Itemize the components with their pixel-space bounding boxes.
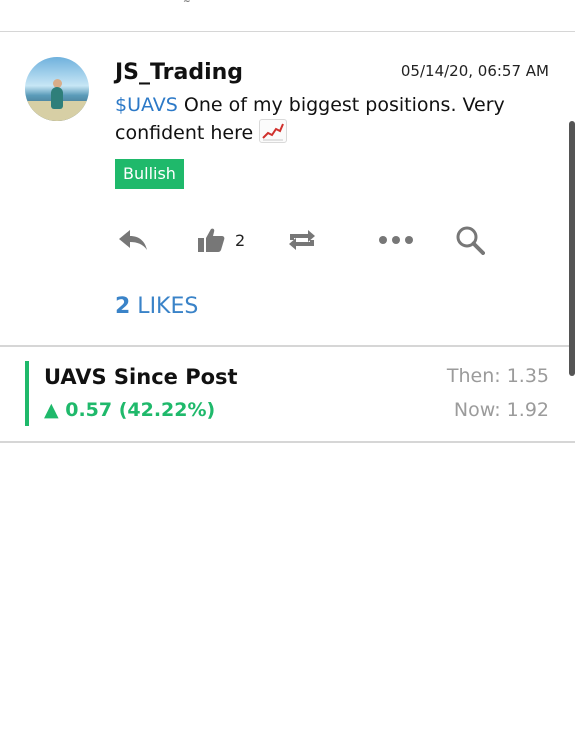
likes-link[interactable]: 2 LIKES xyxy=(115,294,198,319)
post-card[interactable]: JS_Trading 05/14/20, 06:57 AM $UAVS One … xyxy=(0,32,575,345)
repost-icon xyxy=(286,227,318,253)
sentiment-badge: Bullish xyxy=(115,159,184,189)
like-count: 2 xyxy=(235,230,246,250)
reply-button[interactable] xyxy=(117,220,149,260)
ticker-link[interactable]: $UAVS xyxy=(115,94,178,116)
post-body: $UAVS One of my biggest positions. Very … xyxy=(115,92,535,147)
more-icon xyxy=(378,235,414,245)
divider xyxy=(0,441,575,443)
price-then: Then: 1.35 xyxy=(446,365,549,387)
chart-increasing-emoji xyxy=(259,119,288,143)
search-button[interactable] xyxy=(455,220,485,260)
avatar[interactable] xyxy=(25,57,89,121)
likes-count: 2 xyxy=(115,294,131,319)
likes-label: LIKES xyxy=(130,294,199,319)
price-change: ▲ 0.57 (42.22%) xyxy=(44,399,216,421)
username[interactable]: JS_Trading xyxy=(115,60,243,85)
scrollbar[interactable] xyxy=(569,121,575,376)
post-timestamp: 05/14/20, 06:57 AM xyxy=(400,62,549,80)
price-now: Now: 1.92 xyxy=(453,399,549,421)
previous-post-edge: ~ xyxy=(0,0,575,32)
reply-icon xyxy=(117,227,149,253)
avatar-figure xyxy=(51,87,63,109)
performance-indicator-bar xyxy=(25,361,29,426)
like-button[interactable]: 2 xyxy=(197,220,245,260)
repost-button[interactable] xyxy=(286,220,318,260)
cut-off-text: ~ xyxy=(183,0,191,7)
more-button[interactable] xyxy=(378,220,414,260)
thumbs-up-icon xyxy=(197,227,225,253)
post-actions: 2 xyxy=(0,220,575,260)
search-icon xyxy=(455,225,485,255)
since-post-title: UAVS Since Post xyxy=(44,365,238,389)
since-post-panel[interactable]: UAVS Since Post ▲ 0.57 (42.22%) Then: 1.… xyxy=(0,347,575,441)
